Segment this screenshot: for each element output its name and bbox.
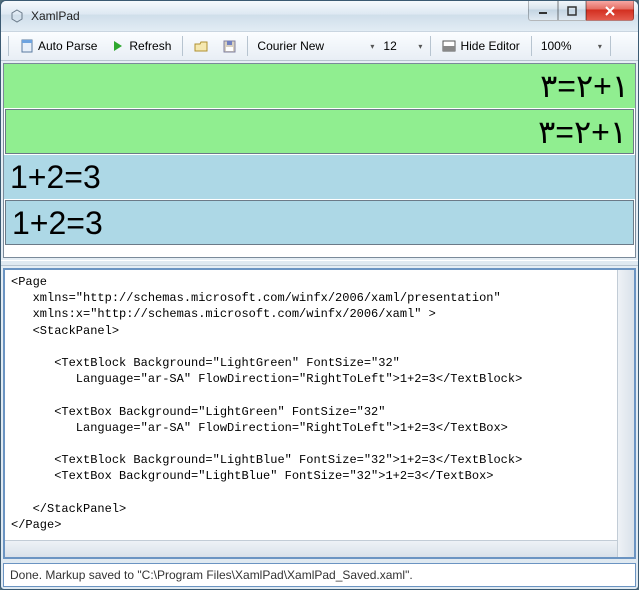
editor-pane[interactable]: <Page xmlns="http://schemas.microsoft.co…: [3, 268, 636, 559]
font-family-value: Courier New: [253, 39, 328, 53]
hide-editor-button[interactable]: Hide Editor: [436, 36, 525, 56]
separator: [182, 36, 183, 56]
hide-editor-label: Hide Editor: [460, 39, 519, 53]
horizontal-scrollbar[interactable]: [5, 540, 617, 557]
save-icon: [222, 39, 236, 53]
preview-textblock-latin: 1+2=3: [4, 155, 635, 199]
auto-parse-button[interactable]: Auto Parse: [14, 36, 103, 56]
font-size-value: 12: [379, 39, 400, 53]
refresh-button[interactable]: Refresh: [105, 36, 177, 56]
toolbar: Auto Parse Refresh Courier New ▾ 12: [1, 31, 638, 61]
open-icon: [194, 39, 208, 53]
preview-textbox-arabic[interactable]: ١+٢=٣: [5, 109, 634, 155]
status-text: Done. Markup saved to "C:\Program Files\…: [10, 568, 413, 582]
refresh-label: Refresh: [129, 39, 171, 53]
vertical-scrollbar[interactable]: [617, 270, 634, 557]
hide-editor-icon: [442, 39, 456, 53]
save-button[interactable]: [216, 36, 242, 56]
maximize-button[interactable]: [558, 1, 586, 21]
separator: [610, 36, 611, 56]
titlebar[interactable]: XamlPad: [1, 1, 638, 31]
separator: [430, 36, 431, 56]
close-button[interactable]: [586, 1, 634, 21]
font-size-combo[interactable]: 12: [379, 39, 413, 53]
splitter[interactable]: [1, 260, 638, 266]
app-icon: [9, 8, 25, 24]
preview-textbox-latin[interactable]: 1+2=3: [5, 200, 634, 246]
separator: [247, 36, 248, 56]
xaml-editor[interactable]: <Page xmlns="http://schemas.microsoft.co…: [5, 270, 634, 537]
window-title: XamlPad: [31, 9, 80, 23]
document-icon: [20, 39, 34, 53]
app-window: XamlPad Auto Parse Refresh: [0, 0, 639, 590]
status-bar: Done. Markup saved to "C:\Program Files\…: [3, 563, 636, 587]
chevron-down-icon[interactable]: ▾: [367, 42, 377, 51]
zoom-value: 100%: [537, 39, 576, 53]
auto-parse-label: Auto Parse: [38, 39, 97, 53]
open-button[interactable]: [188, 36, 214, 56]
preview-textblock-arabic: ١+٢=٣: [4, 64, 635, 108]
chevron-down-icon[interactable]: ▾: [595, 42, 605, 51]
font-family-combo[interactable]: Courier New: [253, 39, 365, 53]
separator: [531, 36, 532, 56]
minimize-button[interactable]: [528, 1, 558, 21]
separator: [8, 36, 9, 56]
chevron-down-icon[interactable]: ▾: [415, 42, 425, 51]
preview-pane: ١+٢=٣ ١+٢=٣ 1+2=3 1+2=3: [3, 63, 636, 258]
play-icon: [111, 39, 125, 53]
zoom-combo[interactable]: 100%: [537, 39, 593, 53]
